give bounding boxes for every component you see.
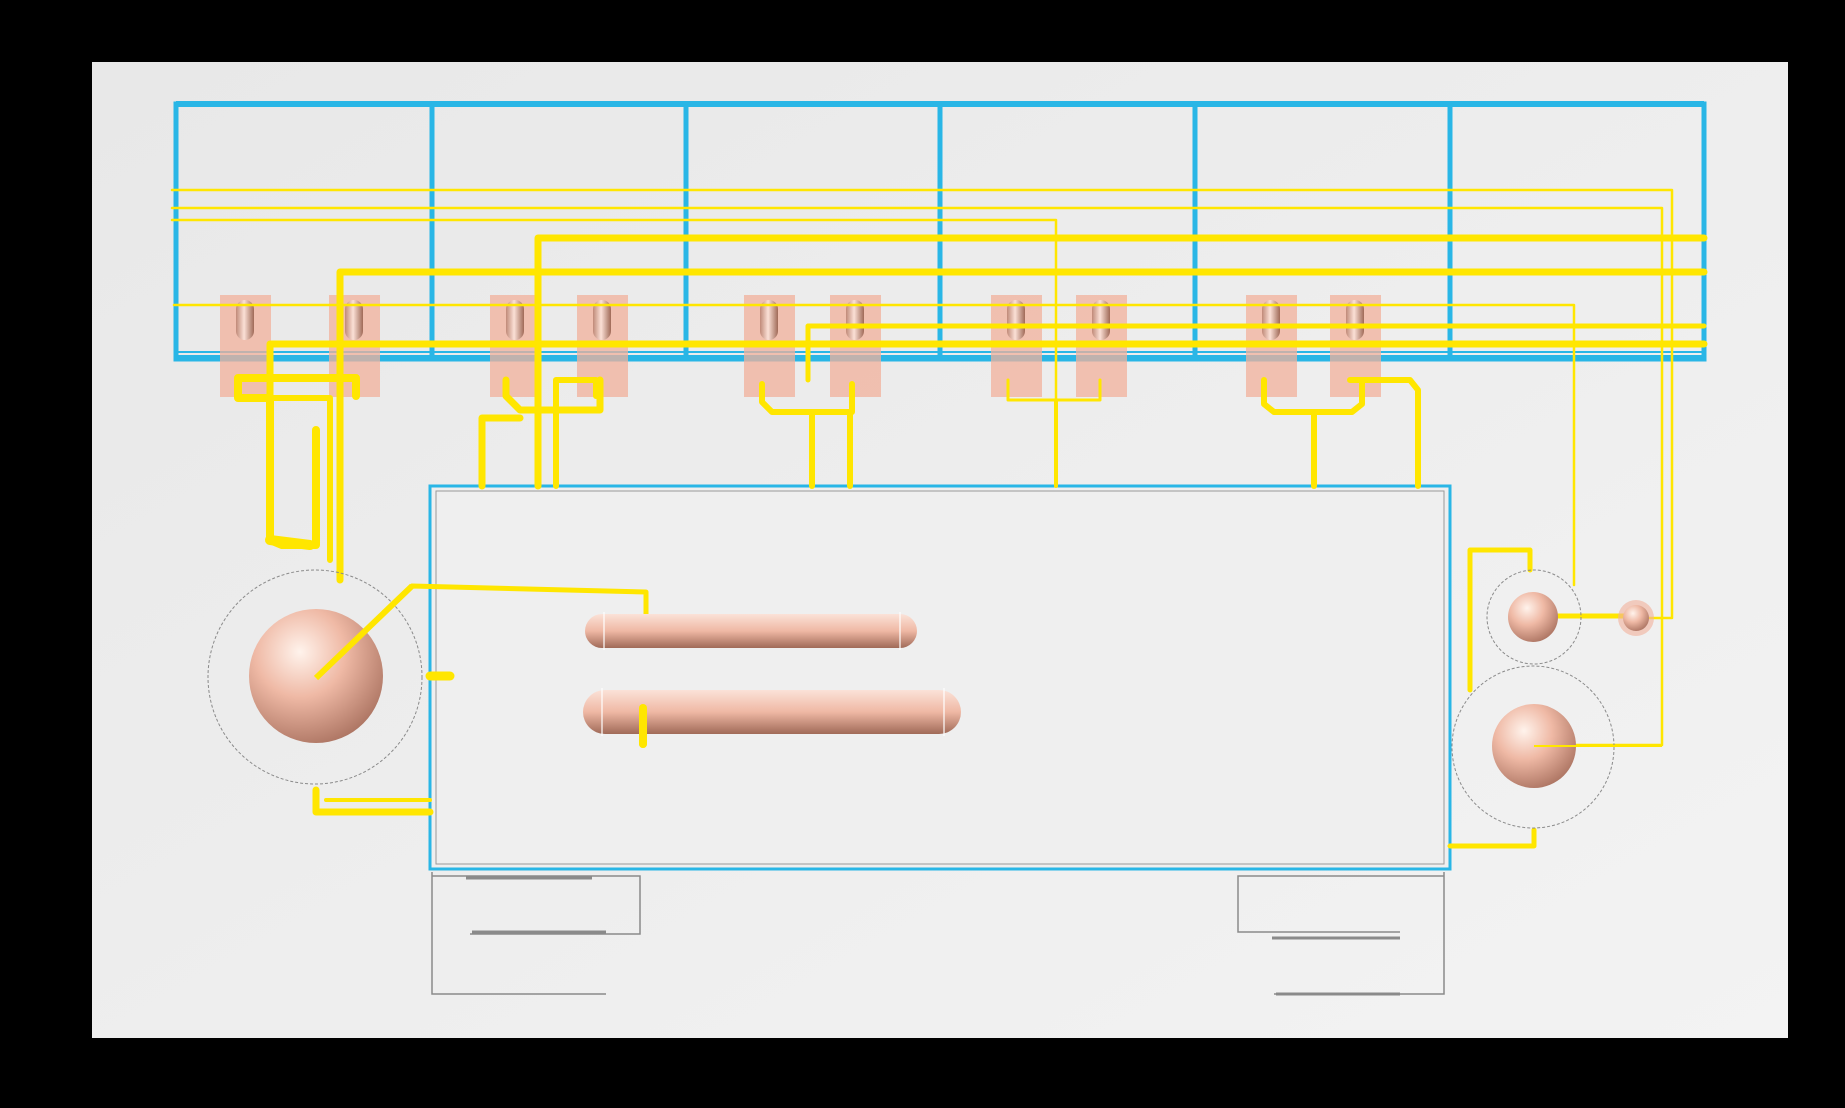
sphere-vessel-icon xyxy=(1508,592,1558,642)
horizontal-drum-upper[interactable] xyxy=(585,612,917,650)
sphere-vessel-right-tiny[interactable] xyxy=(1618,600,1654,636)
horizontal-drum-icon xyxy=(585,614,917,648)
sphere-vessel-icon xyxy=(1623,605,1649,631)
plant-model-scene[interactable] xyxy=(0,0,1845,1108)
3d-plant-viewport[interactable] xyxy=(0,0,1845,1108)
equipment-frame[interactable] xyxy=(428,484,1452,871)
